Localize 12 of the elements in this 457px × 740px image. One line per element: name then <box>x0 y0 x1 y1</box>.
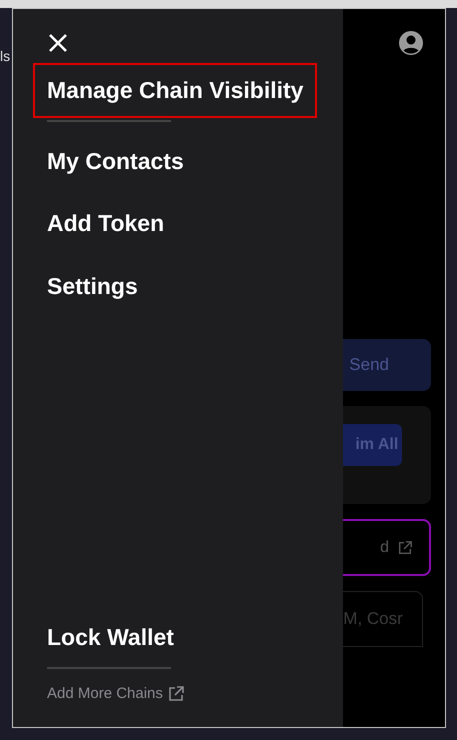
menu-item[interactable]: Manage Chain Visibility <box>35 65 316 116</box>
add-chains-link[interactable]: Add More Chains <box>47 682 344 705</box>
lock-wallet-item[interactable]: Lock Wallet <box>35 612 186 662</box>
card-text: d <box>380 538 389 558</box>
profile-icon[interactable] <box>399 31 423 55</box>
external-link-icon <box>166 684 185 703</box>
close-icon[interactable] <box>47 31 69 53</box>
backdrop-text: ls <box>0 47 10 66</box>
menu-item[interactable]: My Contacts <box>35 136 196 186</box>
menu-item[interactable]: Settings <box>35 260 150 311</box>
external-link-icon <box>397 540 413 556</box>
menu-item[interactable]: Add Token <box>35 198 176 248</box>
